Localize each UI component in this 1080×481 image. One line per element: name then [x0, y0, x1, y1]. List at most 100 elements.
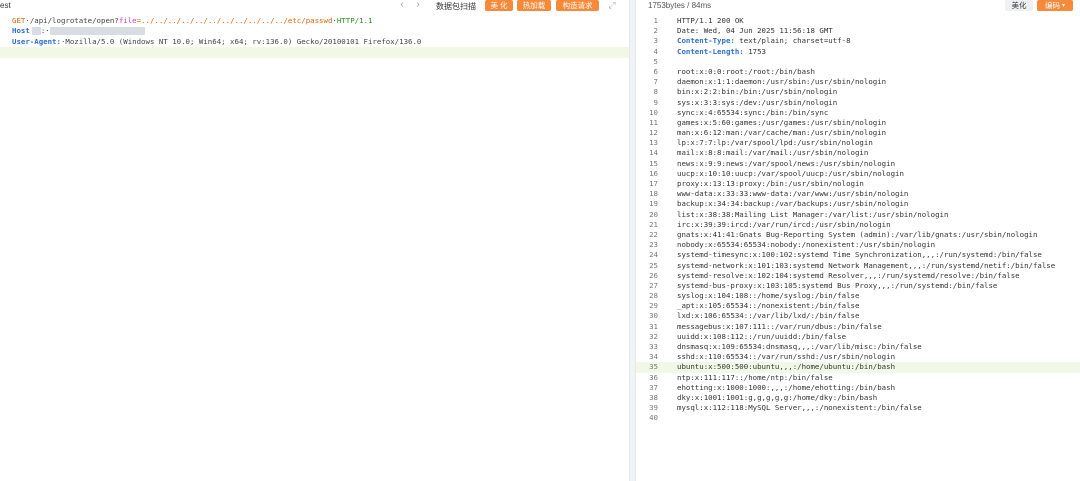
chevron-left-icon[interactable]: ‹ — [397, 0, 407, 11]
chevron-right-icon[interactable]: › — [413, 0, 423, 11]
line-content: uucp:x:10:10:uucp:/var/spool/uucp:/usr/s… — [677, 168, 904, 178]
response-editor[interactable]: 1 HTTP/1.1 200 OK 2 Date: Wed, 04 Jun 2025 … — [636, 16, 1080, 424]
line-content: ubuntu:x:500:500:ubuntu,,,:/home/ubuntu:… — [677, 362, 896, 372]
redacted-host-value: x — [49, 27, 145, 36]
line-text: Content-Length: 1753 — [677, 47, 766, 57]
line-text: daemon:x:1:1:daemon:/usr/sbin:/usr/sbin/… — [677, 77, 886, 87]
expand-icon[interactable]: ⤢ — [607, 0, 617, 11]
request-panel: est ‹ › 数据包扫描 美 化 热加载 构造请求 ⤢ GET·/api/lo… — [0, 0, 629, 481]
host-header-separator: : — [40, 26, 46, 36]
line-content: mysql:x:112:118:MySQL Server,,,:/nonexis… — [677, 403, 922, 413]
line-content: _apt:x:105:65534::/nonexistent:/bin/fals… — [677, 301, 860, 311]
line-text: games:x:5:60:games:/usr/games:/usr/sbin/… — [677, 118, 886, 128]
line-number: 21 — [649, 219, 658, 229]
response-line: 33 dnsmasq:x:109:65534:dnsmasq,,,:/var/li… — [636, 342, 1080, 352]
split-divider[interactable] — [629, 0, 636, 481]
line-text: gnats:x:41:41:Gnats Bug-Reporting System… — [677, 230, 1037, 240]
line-content: systemd-bus-proxy:x:103:105:systemd Bus … — [677, 280, 998, 290]
line-content: lxd:x:106:65534::/var/lib/lxd/:/bin/fals… — [677, 311, 860, 321]
user-agent-value: Mozilla/5.0 (Windows NT 10.0; Win64; x64… — [65, 36, 422, 46]
response-header-key: Content-Type: — [677, 36, 735, 46]
chevron-down-icon: ▾ — [1061, 3, 1065, 9]
line-content: systemd-network:x:101:103:systemd Networ… — [677, 260, 1056, 270]
response-header-key: Content-Length: — [677, 46, 744, 56]
line-text: syslog:x:104:108::/home/syslog:/bin/fals… — [677, 291, 859, 301]
response-line: 39 mysql:x:112:118:MySQL Server,,,:/nonex… — [636, 403, 1080, 413]
response-line: 40 — [636, 413, 1080, 423]
line-text: news:x:9:9:news:/var/spool/news:/usr/sbi… — [677, 159, 895, 169]
line-content: games:x:5:60:games:/usr/games:/usr/sbin/… — [677, 117, 887, 127]
line-number: 8 — [653, 87, 658, 97]
response-line: 15 news:x:9:9:news:/var/spool/news:/usr/s… — [636, 159, 1080, 169]
line-number: 28 — [649, 291, 658, 301]
line-number: 18 — [649, 189, 658, 199]
response-line: 4 Content-Length: 1753 — [636, 47, 1080, 57]
response-line: 5 — [636, 57, 1080, 67]
response-line: 27 systemd-bus-proxy:x:103:105:systemd Bu… — [636, 281, 1080, 291]
response-beautify-button[interactable]: 美化 — [1005, 0, 1033, 11]
line-content: news:x:9:9:news:/var/spool/news:/usr/sbi… — [677, 158, 896, 168]
response-line: 11 games:x:5:60:games:/usr/games:/usr/sbi… — [636, 118, 1080, 128]
line-content: dnsmasq:x:109:65534:dnsmasq,,,:/var/lib/… — [677, 342, 922, 351]
line-number: 3 — [653, 36, 658, 46]
line-text: mysql:x:112:118:MySQL Server,,,:/nonexis… — [677, 403, 922, 413]
line-number: 5 — [653, 56, 658, 66]
response-line: 6 root:x:0:0:root:/root:/bin/bash — [636, 67, 1080, 77]
response-line: 17 proxy:x:13:13:proxy:/bin:/usr/sbin/nol… — [636, 179, 1080, 189]
request-tab-label[interactable]: est — [0, 1, 11, 10]
line-text: mail:x:8:8:mail:/var/mail:/usr/sbin/nolo… — [677, 148, 868, 158]
http-method: GET — [12, 16, 26, 25]
line-content: uuidd:x:108:112::/run/uuidd:/bin/false — [677, 331, 847, 341]
cursor-line[interactable] — [0, 47, 629, 58]
line-text: lxd:x:106:65534::/var/lib/lxd/:/bin/fals… — [677, 311, 859, 321]
line-content: syslog:x:104:108::/home/syslog:/bin/fals… — [677, 291, 860, 301]
response-line: 19 backup:x:34:34:backup:/var/backups:/us… — [636, 199, 1080, 209]
line-number: 29 — [649, 301, 658, 311]
response-line: 21 irc:x:39:39:ircd:/var/run/ircd:/usr/sb… — [636, 220, 1080, 230]
line-text: ntp:x:111:117::/home/ntp:/bin/false — [677, 373, 833, 383]
line-number: 37 — [649, 382, 658, 392]
response-line: 24 systemd-timesync:x:100:102:systemd Tim… — [636, 250, 1080, 260]
line-number: 10 — [649, 107, 658, 117]
response-stats: 1753bytes / 84ms — [648, 1, 712, 10]
encoding-dropdown[interactable]: 编码 ▾ — [1037, 0, 1073, 11]
line-number: 7 — [653, 77, 658, 87]
response-line: 32 uuidd:x:108:112::/run/uuidd:/bin/false — [636, 332, 1080, 342]
line-text: sshd:x:110:65534::/var/run/sshd:/usr/sbi… — [677, 352, 895, 362]
construct-request-button[interactable]: 构造请求 — [556, 0, 599, 11]
response-line: 18 www-data:x:33:33:www-data:/var/www:/us… — [636, 189, 1080, 199]
line-number: 6 — [653, 66, 658, 76]
response-line: 26 systemd-resolve:x:102:104:systemd Reso… — [636, 271, 1080, 281]
packet-scan-button[interactable]: 数据包扫描 — [436, 1, 476, 12]
line-text: list:x:38:38:Mailing List Manager:/var/l… — [677, 210, 948, 220]
line-number: 40 — [649, 413, 658, 423]
request-editor[interactable]: GET·/api/logrotate/open?file=../../../..… — [0, 16, 629, 58]
response-line: 7 daemon:x:1:1:daemon:/usr/sbin:/usr/sbin… — [636, 77, 1080, 87]
line-text: ehotting:x:1000:1000:,,,:/home/ehotting:… — [677, 383, 895, 393]
line-text: dky:x:1001:1001:g,g,g,g,g:/home/dky:/bin… — [677, 393, 877, 403]
line-number: 22 — [649, 229, 658, 239]
line-text: sync:x:4:65534:sync:/bin:/bin/sync — [677, 108, 828, 118]
line-text: lp:x:7:7:lp:/var/spool/lpd:/usr/sbin/nol… — [677, 138, 873, 148]
line-text: Date: Wed, 04 Jun 2025 11:56:18 GMT — [677, 26, 833, 36]
hot-load-button[interactable]: 热加载 — [517, 0, 551, 11]
line-content: gnats:x:41:41:Gnats Bug-Reporting System… — [677, 229, 1038, 239]
line-text: systemd-bus-proxy:x:103:105:systemd Bus … — [677, 281, 997, 291]
response-line: 25 systemd-network:x:101:103:systemd Netw… — [636, 261, 1080, 271]
line-content: systemd-resolve:x:102:104:systemd Resolv… — [677, 270, 1020, 280]
line-content: bin:x:2:2:bin:/bin:/usr/sbin/nologin — [677, 87, 838, 97]
encoding-label: 编码 — [1044, 1, 1060, 10]
line-text: nobody:x:65534:65534:nobody:/nonexistent… — [677, 240, 935, 250]
line-content: ntp:x:111:117::/home/ntp:/bin/false — [677, 372, 833, 382]
response-line: 3 Content-Type: text/plain; charset=utf-8 — [636, 36, 1080, 46]
line-content: www-data:x:33:33:www-data:/var/www:/usr/… — [677, 189, 909, 199]
response-line: 20 list:x:38:38:Mailing List Manager:/var… — [636, 210, 1080, 220]
line-number: 23 — [649, 240, 658, 250]
response-line: 22 gnats:x:41:41:Gnats Bug-Reporting Syst… — [636, 230, 1080, 240]
line-number: 15 — [649, 158, 658, 168]
http-protocol: HTTP/1.1 — [336, 16, 373, 25]
beautify-button[interactable]: 美 化 — [485, 0, 513, 11]
line-text: proxy:x:13:13:proxy:/bin:/usr/sbin/nolog… — [677, 179, 864, 189]
line-number: 20 — [649, 209, 658, 219]
line-text: man:x:6:12:man:/var/cache/man:/usr/sbin/… — [677, 128, 886, 138]
